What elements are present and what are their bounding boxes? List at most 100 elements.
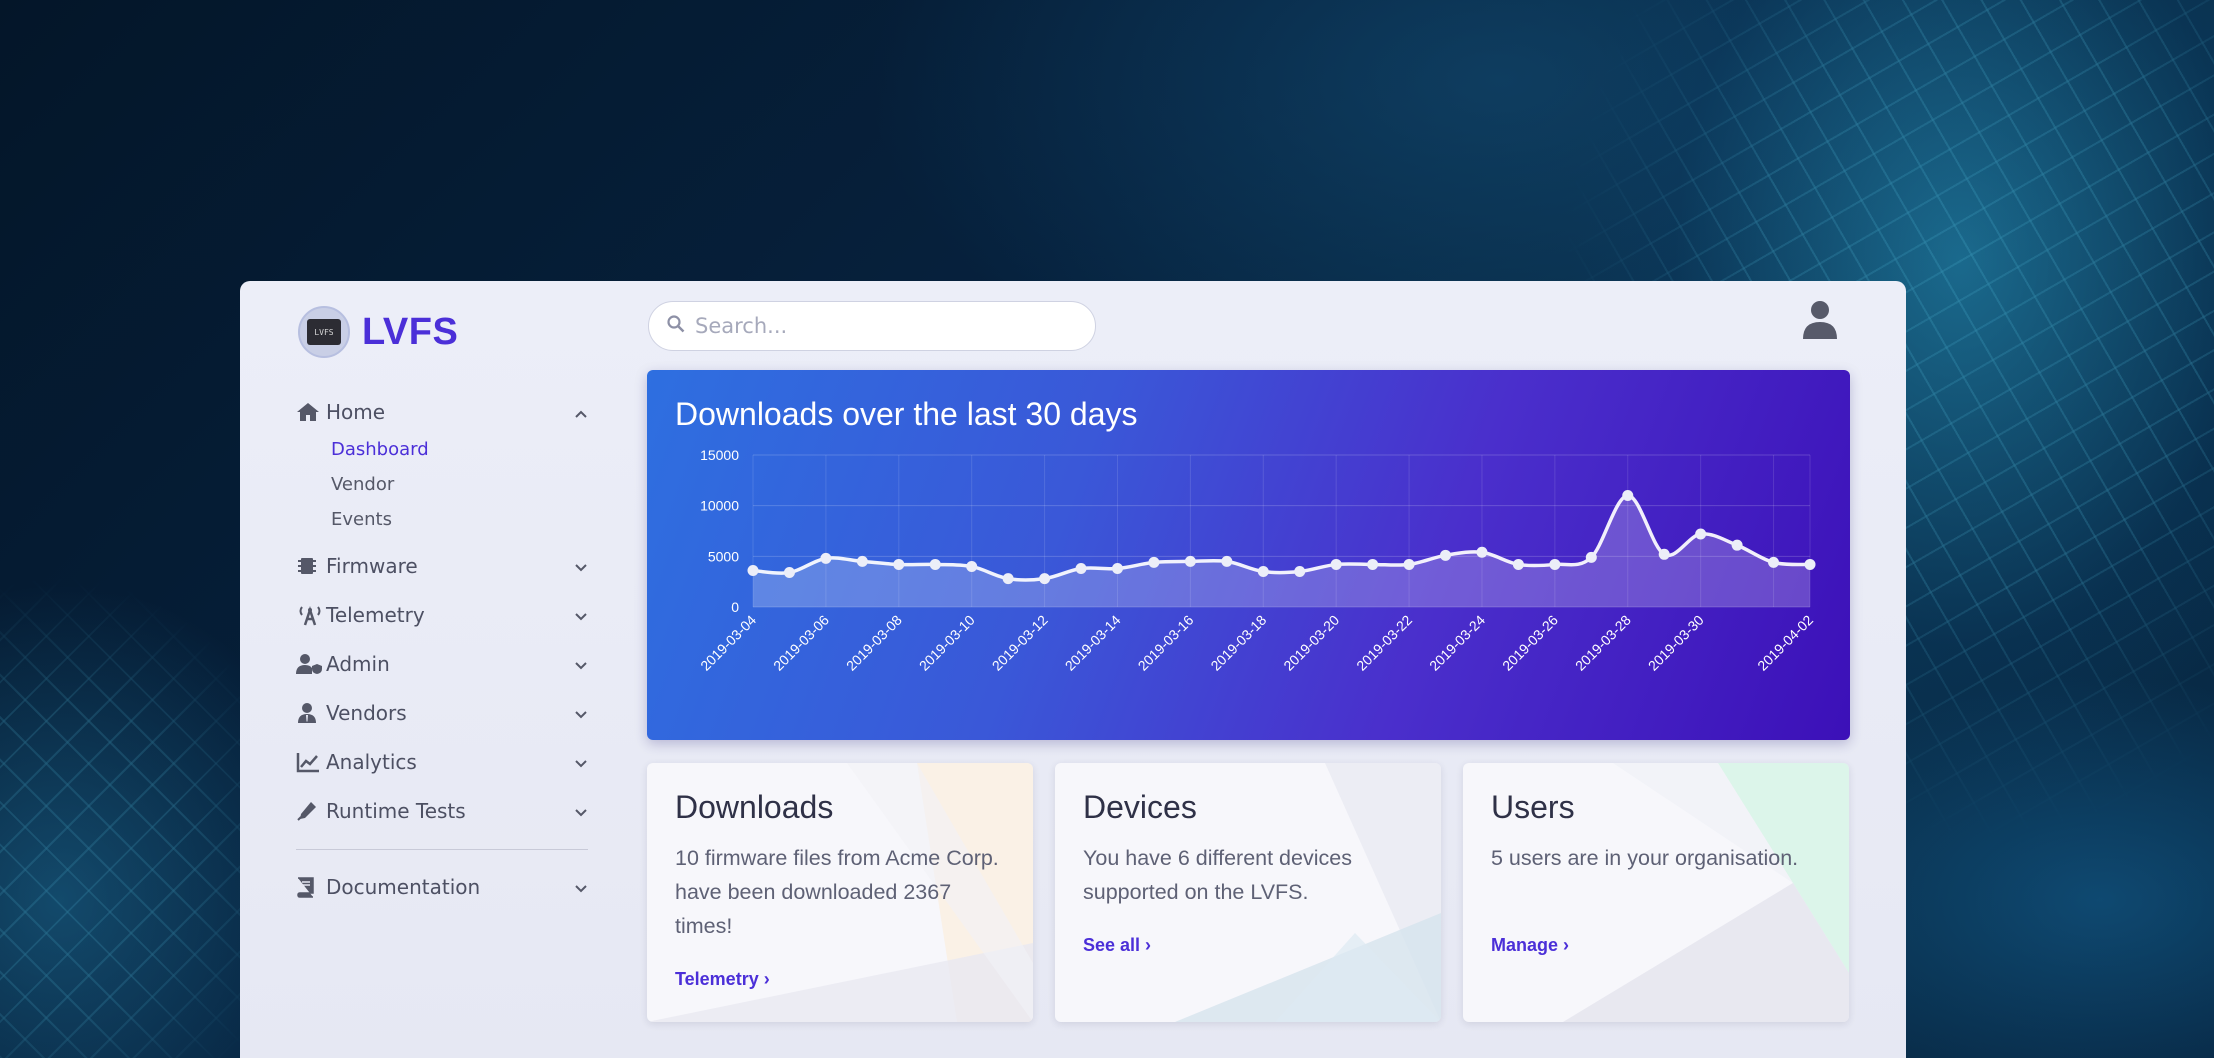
downloads-card: Downloads 10 firmware files from Acme Co…: [647, 763, 1033, 1022]
sidebar-subitem-vendor[interactable]: Vendor: [331, 467, 588, 502]
sidebar-item-label: Runtime Tests: [326, 798, 466, 823]
user-shield-icon: [296, 653, 326, 675]
x-tick-label: 2019-03-30: [1645, 612, 1707, 674]
data-point: [1804, 558, 1816, 570]
chevron-down-icon[interactable]: [574, 701, 588, 725]
chip-icon: [296, 555, 326, 577]
chevron-down-icon[interactable]: [574, 554, 588, 578]
brand-name: LVFS: [362, 310, 459, 353]
data-point: [856, 555, 868, 567]
sidebar-item-documentation[interactable]: Documentation: [296, 862, 588, 911]
line-chart-icon: [296, 751, 326, 773]
search-input[interactable]: [695, 314, 1075, 338]
telemetry-link[interactable]: Telemetry ›: [675, 969, 770, 990]
user-tie-icon: [296, 702, 326, 724]
devices-card: Devices You have 6 different devices sup…: [1055, 763, 1441, 1022]
data-point: [1039, 573, 1051, 585]
data-point: [1512, 558, 1524, 570]
home-icon: [296, 401, 326, 423]
x-tick-label: 2019-03-04: [697, 612, 759, 674]
sidebar-item-label: Telemetry: [326, 602, 425, 627]
data-point: [1476, 546, 1488, 558]
eyedropper-icon: [296, 800, 326, 822]
data-point: [893, 558, 905, 570]
x-tick-label: 2019-03-08: [843, 612, 905, 674]
data-point: [1768, 556, 1780, 568]
y-tick-label: 5000: [708, 548, 739, 564]
data-point: [1148, 556, 1160, 568]
sidebar-item-analytics[interactable]: Analytics: [296, 737, 588, 786]
card-text: 10 firmware files from Acme Corp. have b…: [675, 846, 999, 938]
sidebar-item-label: Documentation: [326, 874, 481, 899]
downloads-chart: 0500010000150002019-03-04 2019-03-06 2019-…: [697, 447, 1816, 674]
app-window: LVFS LVFS Home Dashboard Vendor Events F…: [240, 281, 1906, 1058]
x-tick-label: 2019-03-24: [1426, 612, 1488, 674]
x-tick-label: 2019-03-10: [916, 612, 978, 674]
card-text: 5 users are in your organisation.: [1491, 846, 1799, 870]
x-tick-label: 2019-03-18: [1207, 612, 1269, 674]
data-point: [820, 552, 832, 564]
user-icon: [1803, 301, 1837, 339]
sidebar-item-label: Firmware: [326, 553, 418, 578]
sidebar-divider: [296, 849, 588, 850]
data-point: [747, 565, 759, 577]
sidebar-item-label: Home: [326, 399, 386, 424]
search-icon: [667, 315, 685, 337]
y-tick-label: 0: [731, 599, 739, 615]
data-point: [1257, 566, 1269, 578]
data-point: [1585, 551, 1597, 563]
chevron-up-icon[interactable]: [574, 400, 588, 424]
sidebar-item-label: Admin: [326, 651, 390, 676]
chevron-down-icon[interactable]: [574, 875, 588, 899]
y-tick-label: 10000: [700, 498, 739, 514]
data-point: [1075, 562, 1087, 574]
user-menu-button[interactable]: [1800, 299, 1840, 343]
sidebar-item-home[interactable]: Home: [296, 387, 588, 436]
data-point: [966, 560, 978, 572]
users-card: Users 5 users are in your organisation. …: [1463, 763, 1849, 1022]
sidebar-subitem-events[interactable]: Events: [331, 502, 588, 537]
sidebar-item-admin[interactable]: Admin: [296, 639, 588, 688]
data-point: [783, 567, 795, 579]
card-text: You have 6 different devices supported o…: [1083, 846, 1352, 904]
chevron-down-icon[interactable]: [574, 750, 588, 774]
sidebar-item-telemetry[interactable]: Telemetry: [296, 590, 588, 639]
data-point: [1403, 558, 1415, 570]
x-tick-label: 2019-03-26: [1499, 612, 1561, 674]
chevron-down-icon[interactable]: [574, 652, 588, 676]
x-tick-label: 2019-03-12: [989, 612, 1051, 674]
data-point: [1367, 558, 1379, 570]
data-point: [1002, 573, 1014, 585]
sidebar-subitem-dashboard[interactable]: Dashboard: [331, 432, 588, 467]
sidebar-item-vendors[interactable]: Vendors: [296, 688, 588, 737]
x-tick-label: 2019-03-06: [770, 612, 832, 674]
data-point: [1221, 555, 1233, 567]
data-point: [1695, 528, 1707, 540]
data-point: [1622, 490, 1634, 502]
data-point: [1549, 558, 1561, 570]
x-tick-label: 2019-03-14: [1062, 612, 1124, 674]
x-tick-label: 2019-03-22: [1353, 612, 1415, 674]
logo-chip-text: LVFS: [307, 319, 341, 345]
see-all-link[interactable]: See all ›: [1083, 935, 1151, 956]
sidebar: LVFS LVFS Home Dashboard Vendor Events F…: [240, 281, 620, 1058]
sidebar-item-runtime-tests[interactable]: Runtime Tests: [296, 786, 588, 835]
data-point: [1294, 566, 1306, 578]
chevron-down-icon[interactable]: [574, 603, 588, 627]
brand[interactable]: LVFS LVFS: [298, 306, 458, 358]
y-tick-label: 15000: [700, 447, 739, 463]
x-tick-label: 2019-03-28: [1572, 612, 1634, 674]
sidebar-item-label: Analytics: [326, 749, 417, 774]
sidebar-item-firmware[interactable]: Firmware: [296, 541, 588, 590]
manage-link[interactable]: Manage ›: [1491, 935, 1569, 956]
chevron-down-icon[interactable]: [574, 799, 588, 823]
data-point: [1440, 549, 1452, 561]
x-tick-label: 2019-04-02: [1754, 612, 1816, 674]
downloads-chart-card: Downloads over the last 30 days 0 5000 100…: [647, 370, 1850, 740]
book-icon: [296, 876, 326, 898]
data-point: [1658, 548, 1670, 560]
search-bar[interactable]: [648, 301, 1096, 351]
data-point: [1111, 562, 1123, 574]
x-tick-label: 2019-03-20: [1280, 612, 1342, 674]
card-title: Users: [1491, 789, 1575, 825]
